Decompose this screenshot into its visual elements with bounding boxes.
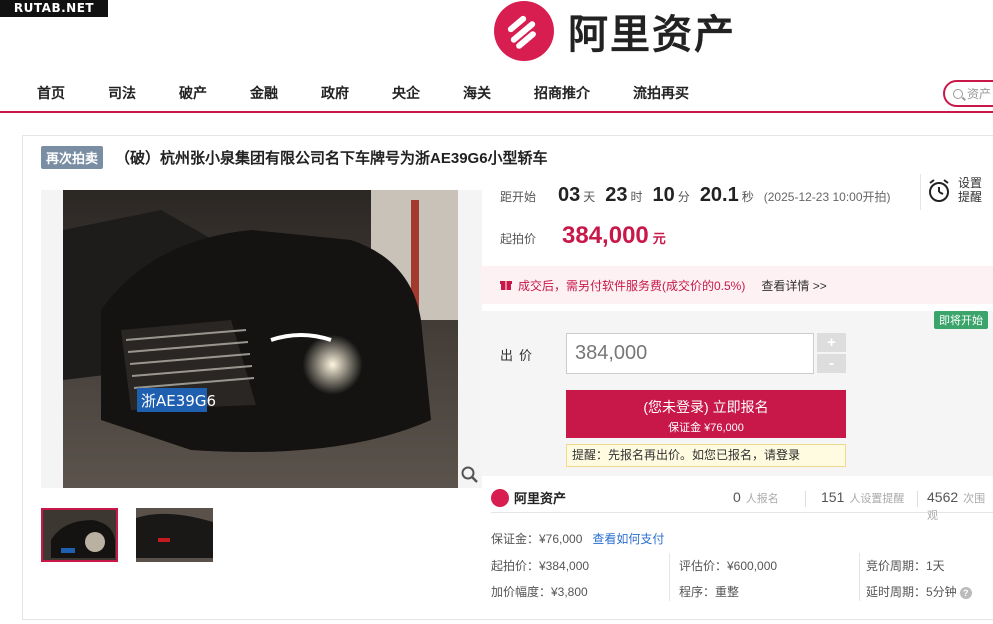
small-brand-logo: 阿里资产 [491, 488, 566, 507]
search-input[interactable]: 资产 [943, 80, 993, 107]
auction-round-badge: 再次拍卖 [41, 146, 104, 169]
search-icon [953, 88, 963, 99]
decrease-bid-button[interactable]: - [817, 354, 846, 373]
svg-text:浙AE39G6: 浙AE39G6 [141, 392, 216, 410]
start-time-note: (2025-12-23 10:00开拍) [763, 190, 891, 204]
bid-label: 出价 [500, 348, 539, 363]
signup-deposit: 保证金 ¥76,000 [668, 422, 744, 434]
nav-item-home[interactable]: 首页 [37, 83, 65, 103]
alarm-clock-icon [929, 179, 949, 202]
detail-procedure: 程序：重整 [679, 585, 740, 599]
countdown-minutes-unit: 分 [677, 190, 690, 204]
signup-label: (您未登录) 立即报名 [643, 399, 769, 415]
countdown-seconds-unit: 秒 [741, 190, 754, 204]
nav-item-resale[interactable]: 流拍再买 [633, 83, 689, 103]
countdown-label: 距开始 [500, 190, 537, 204]
brand-name: 阿里资产 [568, 12, 736, 58]
bid-panel: 即将开始 出价 384,000 + - (您未登录) 立即报名 保证金 ¥76,… [481, 311, 993, 476]
countdown-minutes: 10 [652, 184, 675, 206]
stats-bar: 阿里资产 0 人报名 151 人设置提醒 4562 次围观 [491, 485, 993, 522]
fee-details-link[interactable]: 查看详情 >> [761, 277, 826, 294]
detail-increment: 加价幅度：¥3,800 [491, 585, 588, 599]
title-row: 再次拍卖 （破）杭州张小泉集团有限公司名下车牌号为浙AE39G6小型轿车 [41, 146, 548, 169]
view-count: 4562 次围观 [927, 489, 986, 522]
countdown-hours-unit: 时 [630, 190, 643, 204]
login-tip: 提醒：先报名再出价。如您已报名，请登录 [566, 444, 846, 467]
detail-appraisal: 评估价：¥600,000 [679, 559, 778, 573]
brand-logo-icon [494, 1, 554, 61]
nav-item-soe[interactable]: 央企 [392, 83, 420, 103]
countdown-seconds: 20.1 [699, 184, 739, 206]
small-brand-logo-icon [491, 488, 509, 507]
start-price-label: 起拍价 [500, 232, 537, 246]
watermark: RUTAB.NET [0, 0, 108, 17]
countdown-hours: 23 [605, 184, 628, 206]
detail-extension: 延时周期：5分钟? [866, 583, 972, 600]
nav-item-judicial[interactable]: 司法 [108, 83, 136, 103]
start-price-value: 384,000 [562, 222, 649, 249]
countdown-days: 03 [558, 184, 581, 206]
thumbnail-1[interactable] [41, 508, 118, 562]
bid-input[interactable]: 384,000 [566, 333, 814, 374]
nav-item-government[interactable]: 政府 [321, 83, 349, 103]
reminder-count: 151 人设置提醒 [821, 489, 905, 505]
deposit-info: 保证金：¥76,000 查看如何支付 [491, 532, 665, 546]
registered-count: 0 人报名 [733, 489, 779, 505]
main-photo[interactable]: 浙AE39G6 [41, 190, 482, 488]
nav-item-finance[interactable]: 金融 [250, 83, 278, 103]
set-reminder-label: 设置 提醒 [958, 176, 983, 204]
small-brand-name: 阿里资产 [514, 491, 567, 506]
detail-start-price: 起拍价：¥384,000 [491, 559, 590, 573]
increase-bid-button[interactable]: + [817, 333, 846, 352]
countdown-days-unit: 天 [583, 190, 596, 204]
help-icon[interactable]: ? [959, 587, 972, 599]
set-reminder-button[interactable]: 设置 提醒 [920, 174, 993, 210]
countdown: 距开始 03 天 23 时 10 分 20.1 秒 (2025-12-23 10… [500, 184, 891, 207]
nav-item-investment[interactable]: 招商推介 [534, 83, 590, 103]
status-badge: 即将开始 [934, 311, 988, 329]
gift-icon [500, 281, 512, 290]
auction-card: 再次拍卖 （破）杭州张小泉集团有限公司名下车牌号为浙AE39G6小型轿车 浙AE… [22, 135, 993, 620]
item-title: （破）杭州张小泉集团有限公司名下车牌号为浙AE39G6小型轿车 [115, 150, 548, 167]
main-nav: 首页 司法 破产 金融 政府 央企 海关 招商推介 流拍再买 [0, 73, 993, 113]
thumbnail-2[interactable] [136, 508, 213, 562]
search-placeholder: 资产 [967, 87, 992, 101]
nav-item-customs[interactable]: 海关 [463, 83, 491, 103]
login-tip-text: 提醒：先报名再出价。如您已报名，请 [572, 448, 777, 462]
start-price: 起拍价 384,000 元 [500, 222, 666, 250]
how-to-pay-link[interactable]: 查看如何支付 [592, 532, 664, 546]
login-link[interactable]: 登录 [776, 448, 800, 462]
brand-logo[interactable]: 阿里资产 [494, 0, 736, 62]
fee-notice-text: 成交后，需另付软件服务费(成交价的0.5%) [518, 278, 746, 293]
detail-bid-period: 竞价周期：1天 [866, 559, 945, 573]
start-price-unit: 元 [652, 231, 666, 246]
nav-item-bankruptcy[interactable]: 破产 [179, 83, 207, 103]
signup-button[interactable]: (您未登录) 立即报名 保证金 ¥76,000 [566, 390, 846, 438]
zoom-icon[interactable] [461, 466, 479, 484]
fee-notice: 成交后，需另付软件服务费(成交价的0.5%) 查看详情 >> [481, 266, 993, 304]
